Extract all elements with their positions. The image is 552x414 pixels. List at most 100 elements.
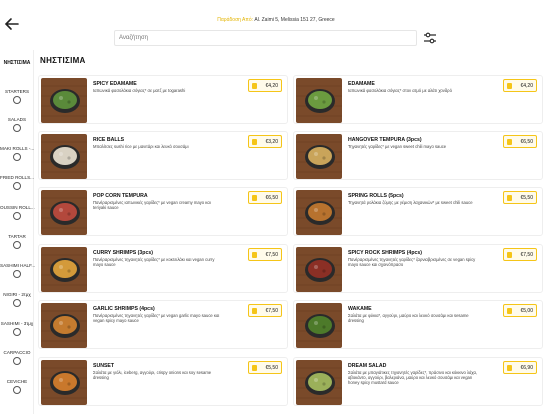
category-icon [13, 124, 21, 132]
product-description: Τηγανητά ρολάκια ζύμης με γέμιση λαχανικ… [348, 200, 473, 205]
product-card[interactable]: POP CORN TEMPURA Πανέραρισμένες ιαπωνικές… [38, 187, 288, 236]
sidebar-item-maki-rolls[interactable]: MAKI ROLLS -... [0, 146, 34, 161]
sidebar-item-carpaccio[interactable]: CARPACCIO [0, 350, 34, 365]
product-image [296, 303, 342, 348]
product-name: WAKAME [348, 306, 372, 312]
delivery-address-label: Παράδοση Από: [217, 17, 254, 23]
product-card[interactable]: DREAM SALAD Σαλάτα με μπαγιάτικες τηγανητ… [293, 357, 543, 406]
add-to-cart-price-button[interactable]: €5,50 [503, 191, 537, 204]
product-name: RICE BALLS [93, 137, 125, 143]
product-price: €5,50 [265, 365, 278, 371]
product-description: Ιαπωνικά φασολάκια σόγιας* σε ματζ με to… [93, 88, 186, 93]
product-image [41, 78, 87, 123]
sidebar-item-tartar[interactable]: TARTAR [0, 234, 34, 249]
product-card[interactable]: CURRY SHRIMPS (3pcs) Πανέραρισμένες τηγαν… [38, 244, 288, 293]
category-icon [13, 241, 21, 249]
product-price: €7,50 [265, 308, 278, 314]
sidebar-item-label: SALADS [7, 117, 27, 122]
product-name: SPICY EDAMAME [93, 81, 137, 87]
product-price: €3,20 [265, 139, 278, 145]
sidebar-item-starters[interactable]: STARTERS [0, 89, 34, 104]
product-card[interactable]: EDAMAME Ιαπωνικά φασολάκια σόγιας* στον α… [293, 75, 543, 124]
search-input[interactable]: Αναζήτηση [114, 30, 417, 46]
sidebar-item-nigiri[interactable]: NIGIRI - 2τμχ [0, 292, 34, 307]
product-description: Πανέραρισμένες τηγανητές γαρίδες* ζαρνια… [348, 257, 476, 268]
top-bar: Παράδοση Από: Al. Zaimi 5, Melissia 151 … [0, 0, 552, 50]
product-price: €6,50 [520, 139, 533, 145]
sidebar-item-sashimi[interactable]: SASHIMI - 3τμχ [0, 321, 34, 336]
product-image [41, 134, 87, 179]
product-image [296, 360, 342, 405]
product-card[interactable]: SPRING ROLLS (5pcs) Τηγανητά ρολάκια ζύμη… [293, 187, 543, 236]
shopping-bag-icon [507, 308, 512, 314]
delivery-address[interactable]: Παράδοση Από: Al. Zaimi 5, Melissia 151 … [0, 17, 552, 23]
product-price: €7,50 [265, 252, 278, 258]
add-to-cart-price-button[interactable]: €4,20 [503, 79, 537, 92]
category-icon [13, 328, 21, 336]
product-price: €5,00 [520, 308, 533, 314]
add-to-cart-price-button[interactable]: €7,50 [248, 304, 282, 317]
product-price: €4,20 [520, 83, 533, 89]
sidebar-item-label: FRIED ROLLS... [0, 175, 34, 180]
product-description: Τηγανητές γαρίδες* με vegan sweet chili … [348, 144, 447, 149]
category-icon [13, 212, 21, 220]
category-icon [13, 270, 21, 278]
product-card[interactable]: SPICY ROCK SHRIMPS (4pcs) Πανέραρισμένες … [293, 244, 543, 293]
sidebar-item-label: SASHIMI - 3τμχ [0, 321, 34, 326]
shopping-bag-icon [252, 308, 257, 314]
product-price: €6,90 [520, 365, 533, 371]
product-card[interactable]: GARLIC SHRIMPS (4pcs) Πανέραρισμένες τηγα… [38, 300, 288, 349]
add-to-cart-price-button[interactable]: €7,50 [248, 248, 282, 261]
product-image [41, 360, 87, 405]
product-name: HANGOVER TEMPURA (3pcs) [348, 137, 422, 143]
sidebar-item-fried-rolls[interactable]: FRIED ROLLS... [0, 175, 34, 190]
shopping-bag-icon [507, 83, 512, 89]
shopping-bag-icon [507, 365, 512, 371]
shopping-bag-icon [252, 139, 257, 145]
sidebar-item-label: MAKI ROLLS -... [0, 146, 35, 151]
product-card[interactable]: RICE BALLS Μπαλίτσες sushi rice με μανιτά… [38, 131, 288, 180]
product-name: SPICY ROCK SHRIMPS (4pcs) [348, 250, 422, 256]
product-image [41, 247, 87, 292]
product-description: Πανέραρισμένες τηγανητές γαρίδες* με veg… [93, 313, 220, 324]
shopping-bag-icon [252, 195, 257, 201]
product-description: Σαλάτα με γιόλι, iceberg, αγγούρι, crisp… [93, 370, 212, 381]
product-name: GARLIC SHRIMPS (4pcs) [93, 306, 155, 312]
section-title: ΝΗΣΤΙΣΙΜΑ [40, 56, 86, 65]
product-description: Πανέραρισμένες τηγανητές γαρίδες* με κοκ… [93, 257, 215, 268]
category-icon [13, 357, 21, 365]
product-name: POP CORN TEMPURA [93, 193, 148, 199]
add-to-cart-price-button[interactable]: €3,20 [248, 135, 282, 148]
add-to-cart-price-button[interactable]: €6,50 [248, 191, 282, 204]
filter-icon[interactable] [423, 31, 437, 45]
product-image [41, 190, 87, 235]
sidebar-item-salads[interactable]: SALADS [0, 117, 34, 132]
product-card[interactable]: WAKAME Σαλάτα με φύκια*, αγγούρι, μαύρο κ… [293, 300, 543, 349]
add-to-cart-price-button[interactable]: €7,50 [503, 248, 537, 261]
product-card[interactable]: SUNSET Σαλάτα με γιόλι, iceberg, αγγούρι,… [38, 357, 288, 406]
delivery-address-value: Al. Zaimi 5, Melissia 151 27, Greece [253, 17, 335, 23]
shopping-bag-icon [507, 252, 512, 258]
product-card[interactable]: HANGOVER TEMPURA (3pcs) Τηγανητές γαρίδες… [293, 131, 543, 180]
product-description: Ιαπωνικά φασολάκια σόγιας* στον ατμό με … [348, 88, 452, 93]
sidebar-item-oussin-rolls[interactable]: OUSSIN ROLL... [0, 205, 35, 220]
category-icon [13, 386, 21, 394]
product-image [296, 78, 342, 123]
shopping-bag-icon [252, 83, 257, 89]
add-to-cart-price-button[interactable]: €6,50 [503, 135, 537, 148]
add-to-cart-price-button[interactable]: €5,00 [503, 304, 537, 317]
category-icon [13, 182, 21, 190]
sidebar-item-nistisima[interactable]: ΝΗΣΤΙΣΙΜΑ [0, 60, 34, 66]
product-card[interactable]: SPICY EDAMAME Ιαπωνικά φασολάκια σόγιας* … [38, 75, 288, 124]
shopping-bag-icon [507, 195, 512, 201]
product-name: EDAMAME [348, 81, 375, 87]
category-sidebar: ΝΗΣΤΙΣΙΜΑ STARTERS SALADS MAKI ROLLS -..… [0, 50, 35, 414]
add-to-cart-price-button[interactable]: €5,50 [248, 361, 282, 374]
sidebar-item-label: STARTERS [4, 89, 30, 94]
sidebar-item-ceviche[interactable]: CEVICHE [0, 379, 34, 394]
add-to-cart-price-button[interactable]: €6,90 [503, 361, 537, 374]
add-to-cart-price-button[interactable]: €4,20 [248, 79, 282, 92]
sidebar-item-sashimi-half[interactable]: SASHIMI HALF... [0, 263, 35, 278]
sidebar-item-label: CARPACCIO [3, 350, 31, 355]
shopping-bag-icon [252, 252, 257, 258]
